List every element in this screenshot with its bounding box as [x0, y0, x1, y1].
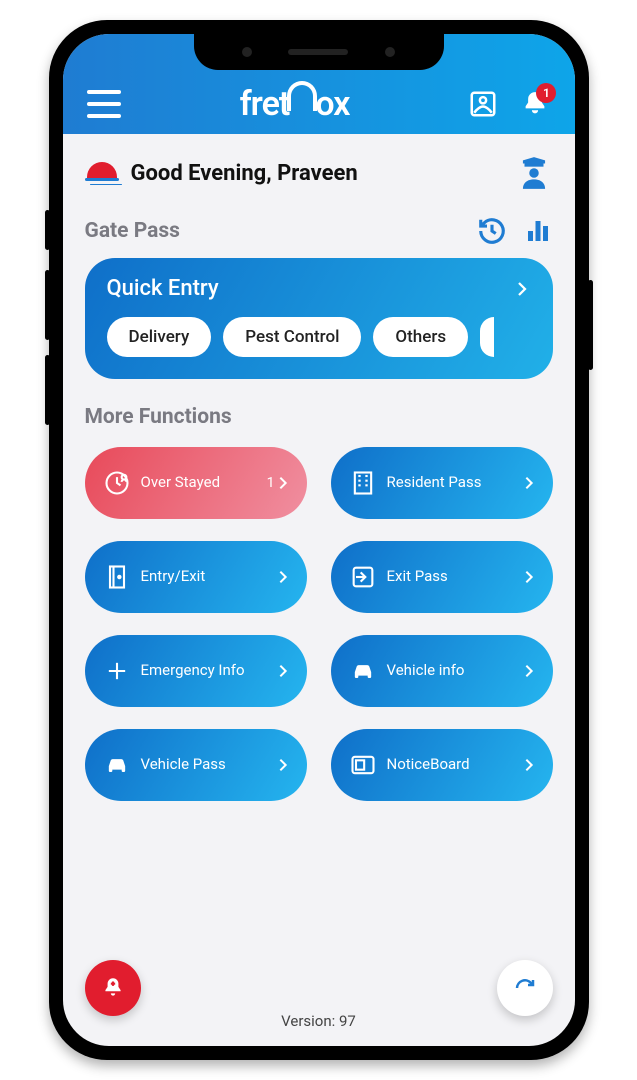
notification-badge: 1: [536, 83, 556, 103]
plus-icon: [103, 657, 131, 685]
sunset-icon: [85, 156, 119, 190]
quick-entry-chips: Delivery Pest Control Others: [107, 317, 531, 357]
logo-text-right: ox: [315, 84, 349, 124]
functions-grid: Over Stayed 1 Resident Pass: [85, 447, 553, 801]
menu-button[interactable]: [87, 90, 121, 118]
function-over-stayed[interactable]: Over Stayed 1: [85, 447, 307, 519]
function-label: Entry/Exit: [141, 568, 275, 585]
chevron-right-icon: [275, 475, 291, 491]
version-label: Version: 97: [63, 1012, 575, 1030]
chevron-right-icon: [275, 569, 291, 585]
app-logo: fret ox: [240, 84, 350, 124]
function-resident-pass[interactable]: Resident Pass: [331, 447, 553, 519]
phone-side-button: [45, 210, 50, 250]
function-label: Over Stayed: [141, 474, 263, 491]
function-label: Emergency Info: [141, 662, 275, 679]
gallery-icon[interactable]: [468, 89, 498, 119]
history-icon[interactable]: [477, 216, 507, 246]
function-label: Vehicle Pass: [141, 756, 275, 773]
refresh-icon: [513, 976, 537, 1000]
logo-arc-icon: [287, 81, 317, 111]
clock-person-icon: [103, 469, 131, 497]
gate-pass-title: Gate Pass: [85, 219, 180, 243]
phone-frame: fret ox 1: [49, 20, 589, 1060]
chevron-right-icon: [521, 757, 537, 773]
function-emergency-info[interactable]: Emergency Info: [85, 635, 307, 707]
chevron-right-icon: [275, 663, 291, 679]
function-noticeboard[interactable]: NoticeBoard: [331, 729, 553, 801]
phone-side-button: [45, 270, 50, 340]
noticeboard-icon: [349, 751, 377, 779]
chevron-right-icon: [275, 757, 291, 773]
function-vehicle-info[interactable]: Vehicle info: [331, 635, 553, 707]
header-actions: 1: [468, 89, 550, 119]
logo-text-left: fret: [240, 84, 290, 124]
emergency-fab[interactable]: [85, 960, 141, 1016]
building-icon: [349, 469, 377, 497]
chevron-right-icon[interactable]: [513, 280, 531, 298]
quick-chip-others[interactable]: Others: [373, 317, 468, 357]
door-icon: [103, 563, 131, 591]
refresh-fab[interactable]: [497, 960, 553, 1016]
function-label: NoticeBoard: [387, 756, 521, 773]
function-label: Exit Pass: [387, 568, 521, 585]
phone-notch: [194, 34, 444, 70]
more-functions-title: More Functions: [85, 405, 553, 429]
function-label: Resident Pass: [387, 474, 521, 491]
function-label: Vehicle info: [387, 662, 521, 679]
gate-pass-section-header: Gate Pass: [85, 216, 553, 246]
quick-entry-title: Quick Entry: [107, 276, 219, 301]
quick-entry-card: Quick Entry Delivery Pest Control Others: [85, 258, 553, 379]
chevron-right-icon: [521, 475, 537, 491]
phone-side-button: [588, 280, 593, 370]
bar-chart-icon[interactable]: [523, 216, 553, 246]
main-content: Good Evening, Praveen Gate Pass: [63, 134, 575, 1046]
bell-plus-icon: [100, 975, 126, 1001]
security-guard-icon[interactable]: [515, 154, 553, 192]
car-icon: [349, 657, 377, 685]
quick-chip-pest-control[interactable]: Pest Control: [223, 317, 361, 357]
phone-side-button: [45, 355, 50, 425]
notification-bell-button[interactable]: 1: [520, 89, 550, 119]
greeting-text: Good Evening, Praveen: [131, 161, 358, 186]
chevron-right-icon: [521, 663, 537, 679]
function-badge: 1: [267, 475, 275, 491]
car-icon: [103, 751, 131, 779]
greeting-row: Good Evening, Praveen: [85, 154, 553, 192]
phone-screen: fret ox 1: [63, 34, 575, 1046]
quick-chip-more[interactable]: [480, 317, 494, 357]
function-exit-pass[interactable]: Exit Pass: [331, 541, 553, 613]
chevron-right-icon: [521, 569, 537, 585]
function-entry-exit[interactable]: Entry/Exit: [85, 541, 307, 613]
exit-arrow-icon: [349, 563, 377, 591]
function-vehicle-pass[interactable]: Vehicle Pass: [85, 729, 307, 801]
quick-chip-delivery[interactable]: Delivery: [107, 317, 212, 357]
